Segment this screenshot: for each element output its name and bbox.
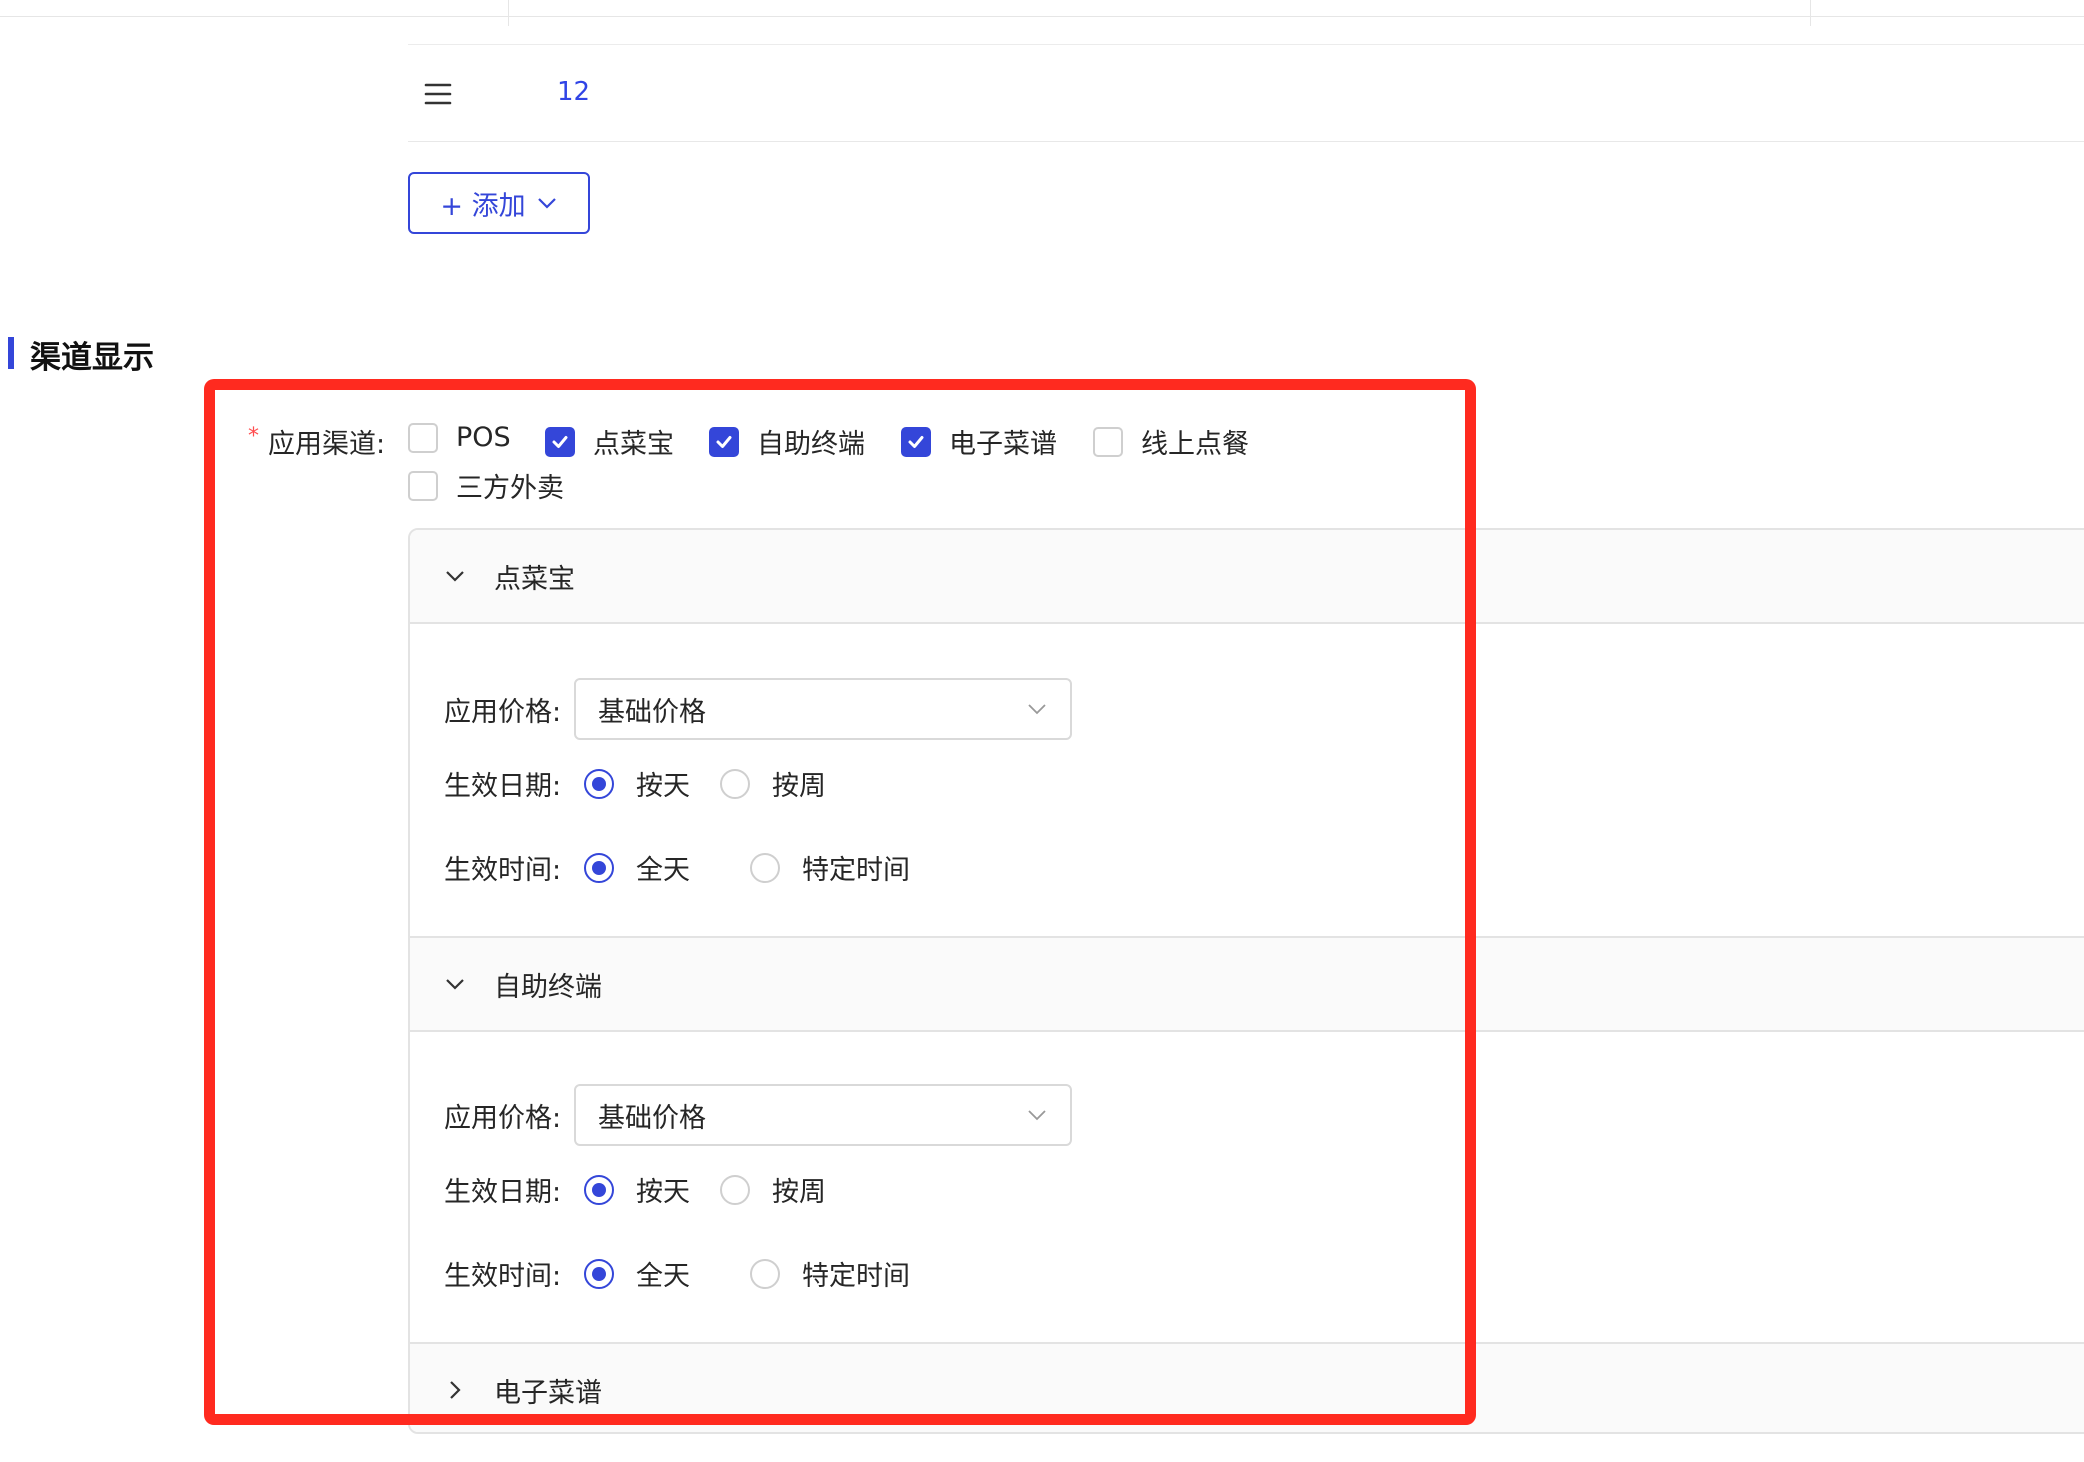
checkbox-label: POS (456, 422, 511, 453)
checkbox-online-order[interactable]: 线上点餐 (1093, 422, 1249, 461)
table-row-id: 12 (557, 77, 591, 107)
add-button[interactable]: + 添加 (408, 172, 590, 234)
channel-collapse: 点菜宝 应用价格: 基础价格 生效日期: 按天 按周 生效时间: 全天 特定时间… (408, 528, 2084, 1434)
radio-dot[interactable] (720, 768, 750, 799)
checkbox-label: 线上点餐 (1141, 429, 1249, 460)
checkbox-e-menu[interactable]: 电子菜谱 (901, 422, 1057, 461)
radio-dot[interactable] (584, 768, 614, 799)
table-header-divider (508, 0, 509, 26)
chevron-right-icon (450, 1381, 461, 1399)
checkbox-box[interactable] (408, 470, 438, 501)
check-icon (716, 435, 732, 448)
panel-header-diancaibao[interactable]: 点菜宝 (410, 530, 2084, 624)
radio-label: 按天 (636, 771, 690, 802)
radio-label: 按天 (636, 1177, 690, 1208)
chevron-down-icon (446, 571, 464, 582)
radio-by-week[interactable]: 按周 (720, 1170, 826, 1209)
radio-dot[interactable] (750, 1258, 780, 1289)
date-label: 生效日期: (444, 1177, 562, 1208)
panel-title: 自助终端 (494, 971, 602, 1003)
checkbox-diancaibao[interactable]: 点菜宝 (545, 422, 674, 461)
radio-by-week[interactable]: 按周 (720, 764, 826, 803)
panel-title: 点菜宝 (494, 563, 575, 595)
radio-by-day[interactable]: 按天 (584, 1170, 690, 1209)
checkbox-box[interactable] (408, 422, 438, 453)
radio-dot[interactable] (584, 1174, 614, 1205)
price-label: 应用价格: (444, 697, 562, 728)
checkbox-box[interactable] (545, 426, 575, 457)
checkbox-label: 自助终端 (757, 429, 865, 460)
radio-label: 全天 (636, 855, 690, 886)
time-label: 生效时间: (444, 855, 562, 886)
panel-header-self-service[interactable]: 自助终端 (410, 936, 2084, 1032)
checkbox-pos[interactable]: POS (408, 422, 511, 453)
checkbox-label: 点菜宝 (593, 429, 674, 460)
time-label: 生效时间: (444, 1261, 562, 1292)
menu-icon[interactable] (424, 80, 452, 108)
section-marker (8, 337, 14, 369)
radio-dot[interactable] (584, 852, 614, 883)
radio-label: 特定时间 (802, 855, 910, 886)
price-label: 应用价格: (444, 1103, 562, 1134)
add-button-label: + 添加 (440, 190, 526, 222)
chevron-down-icon (537, 198, 556, 209)
radio-label: 特定时间 (802, 1261, 910, 1292)
radio-dot[interactable] (750, 852, 780, 883)
radio-label: 按周 (772, 771, 826, 802)
radio-specific-time[interactable]: 特定时间 (750, 1254, 910, 1293)
checkbox-label: 三方外卖 (456, 473, 564, 504)
date-label: 生效日期: (444, 771, 562, 802)
price-select[interactable]: 基础价格 (574, 1084, 1072, 1146)
check-icon (552, 435, 568, 448)
price-select[interactable]: 基础价格 (574, 678, 1072, 740)
table-header-strip (0, 0, 2084, 17)
required-mark: * (248, 424, 259, 449)
panel-title: 电子菜谱 (494, 1377, 602, 1409)
checkbox-label: 电子菜谱 (949, 429, 1057, 460)
table-row-divider (408, 141, 2084, 142)
panel-header-e-menu[interactable]: 电子菜谱 (410, 1342, 2084, 1432)
table-row-divider (408, 44, 2084, 45)
chevron-down-icon (446, 979, 464, 990)
price-select-value: 基础价格 (598, 696, 706, 728)
radio-all-day[interactable]: 全天 (584, 1254, 690, 1293)
radio-all-day[interactable]: 全天 (584, 848, 690, 887)
section-title: 渠道显示 (30, 340, 154, 376)
chevron-down-icon (1028, 704, 1046, 715)
checkbox-third-party-delivery[interactable]: 三方外卖 (408, 466, 564, 505)
chevron-down-icon (1028, 1110, 1046, 1121)
channels-label: 应用渠道: (268, 429, 386, 460)
radio-dot[interactable] (720, 1174, 750, 1205)
checkbox-box[interactable] (901, 426, 931, 457)
checkbox-box[interactable] (1093, 426, 1123, 457)
checkbox-box[interactable] (709, 426, 739, 457)
price-select-value: 基础价格 (598, 1102, 706, 1134)
radio-specific-time[interactable]: 特定时间 (750, 848, 910, 887)
checkbox-self-service[interactable]: 自助终端 (709, 422, 865, 461)
radio-by-day[interactable]: 按天 (584, 764, 690, 803)
radio-label: 全天 (636, 1261, 690, 1292)
radio-label: 按周 (772, 1177, 826, 1208)
check-icon (908, 435, 924, 448)
table-header-divider (1810, 0, 1811, 26)
radio-dot[interactable] (584, 1258, 614, 1289)
